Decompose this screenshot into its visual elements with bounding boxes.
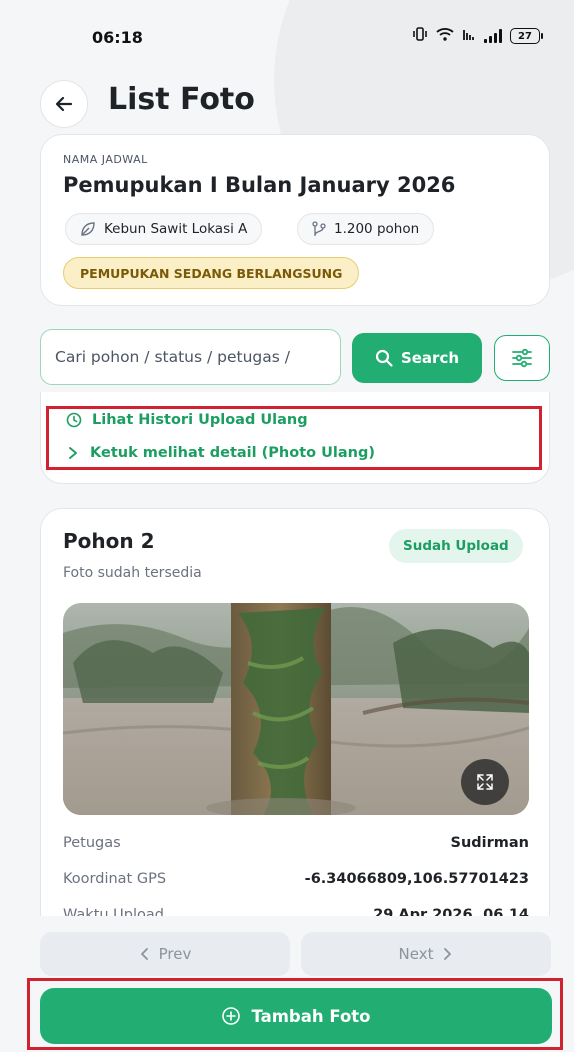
highlight-box-add-photo xyxy=(27,978,563,1050)
leaf-icon xyxy=(81,222,95,236)
tree-photo[interactable] xyxy=(63,603,529,815)
search-button[interactable]: Search xyxy=(352,333,482,383)
next-button[interactable]: Next xyxy=(301,932,551,976)
screen: 06:18 27 List Foto NAMA JADWAL Pemupukan… xyxy=(0,0,574,1052)
info-row-gps: Koordinat GPS -6.34066809,106.57701423 xyxy=(63,871,529,887)
highlight-box-history xyxy=(46,406,542,470)
expand-icon xyxy=(477,774,493,790)
palm-photo-image xyxy=(63,603,529,815)
officer-value: Sudirman xyxy=(450,835,529,851)
tree-count-chip: 1.200 pohon xyxy=(297,213,435,245)
system-icons: 27 xyxy=(412,27,543,45)
info-row-officer: Petugas Sudirman xyxy=(63,835,529,851)
tree-subtitle: Foto sudah tersedia xyxy=(63,565,202,581)
expand-photo-button[interactable] xyxy=(461,759,509,805)
branch-icon xyxy=(312,221,326,236)
battery-icon: 27 xyxy=(510,28,543,44)
location-chip: Kebun Sawit Lokasi A xyxy=(65,213,263,245)
chevron-right-icon xyxy=(444,948,452,960)
schedule-card: NAMA JADWAL Pemupukan I Bulan January 20… xyxy=(40,134,550,306)
page-title: List Foto xyxy=(108,82,255,117)
search-button-label: Search xyxy=(400,349,460,367)
signal-sim-icon xyxy=(462,27,476,45)
prev-button[interactable]: Prev xyxy=(40,932,290,976)
tree-title: Pohon 2 xyxy=(63,529,155,553)
schedule-label: NAMA JADWAL xyxy=(63,153,148,166)
search-input[interactable] xyxy=(40,329,341,385)
schedule-title: Pemupukan I Bulan January 2026 xyxy=(63,173,456,197)
tree-card: Pohon 2 Sudah Upload Foto sudah tersedia xyxy=(40,508,550,978)
next-button-label: Next xyxy=(398,945,434,963)
arrow-left-icon xyxy=(55,96,73,112)
wifi-icon xyxy=(436,27,454,45)
upload-status-badge: Sudah Upload xyxy=(389,529,523,563)
back-button[interactable] xyxy=(40,80,88,128)
signal-bars-icon xyxy=(484,29,502,43)
prev-button-label: Prev xyxy=(158,945,192,963)
officer-label: Petugas xyxy=(63,835,121,851)
status-bar: 06:18 27 xyxy=(0,0,574,70)
tree-count-text: 1.200 pohon xyxy=(334,221,420,237)
gps-value: -6.34066809,106.57701423 xyxy=(304,871,529,887)
gps-label: Koordinat GPS xyxy=(63,871,167,887)
filter-button[interactable] xyxy=(494,335,550,381)
vibrate-icon xyxy=(412,27,428,45)
sliders-icon xyxy=(512,348,532,368)
schedule-status-badge: PEMUPUKAN SEDANG BERLANGSUNG xyxy=(63,257,360,289)
status-time: 06:18 xyxy=(92,28,143,47)
search-icon xyxy=(375,349,393,367)
chevron-left-icon xyxy=(140,948,148,960)
location-text: Kebun Sawit Lokasi A xyxy=(104,221,248,237)
